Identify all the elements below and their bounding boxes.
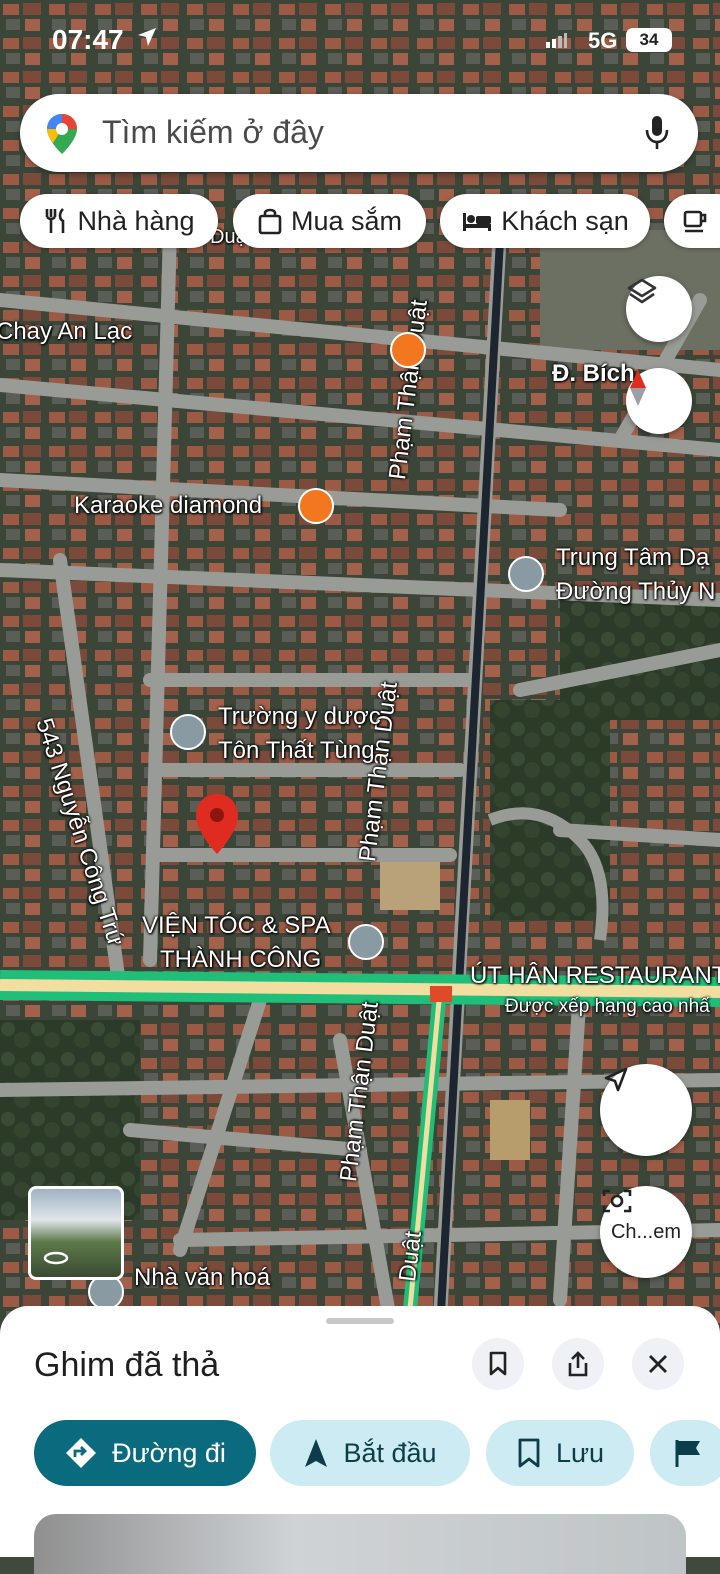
- start-button[interactable]: Bắt đầu: [270, 1420, 470, 1486]
- my-location-button[interactable]: [600, 1064, 692, 1156]
- street-label: Chay An Lạc: [0, 318, 133, 345]
- compass-icon: [630, 370, 646, 406]
- school-poi-icon[interactable]: [170, 714, 206, 750]
- restaurant-icon: [46, 208, 65, 233]
- network-type: 5G: [588, 28, 618, 53]
- sheet-title: Ghim đã thả: [34, 1346, 220, 1384]
- layers-button[interactable]: [626, 276, 692, 342]
- chip-restaurants[interactable]: Nhà hàng: [20, 194, 218, 248]
- chip-label: Nhà hàng: [77, 205, 195, 236]
- chip-hotels[interactable]: Khách sạn: [440, 194, 650, 248]
- search-input[interactable]: Tìm kiếm ở đây: [102, 114, 324, 151]
- action-label: Bắt đầu: [343, 1437, 437, 1468]
- close-icon: [649, 1355, 667, 1373]
- place-label-truong-2[interactable]: Tôn Thất Tùng: [218, 737, 375, 765]
- school-poi-icon[interactable]: [508, 556, 544, 592]
- battery-level: 34: [626, 28, 672, 52]
- share-icon: [568, 1351, 588, 1377]
- place-label-vien-toc-2[interactable]: THÀNH CÔNG: [160, 946, 321, 974]
- compass-button[interactable]: [626, 368, 692, 434]
- street-view-thumbnail[interactable]: [28, 1186, 124, 1280]
- street-label: Đ. Bích: [552, 360, 635, 387]
- save-button[interactable]: [472, 1338, 524, 1390]
- action-label: Đường đi: [112, 1437, 226, 1468]
- chip-coffee[interactable]: [664, 194, 720, 248]
- bookmark-icon: [518, 1438, 540, 1468]
- flag-icon: [675, 1440, 700, 1467]
- place-label-vien-toc[interactable]: VIỆN TÓC & SPA: [142, 912, 331, 940]
- status-bar: 07:47 5G 34: [0, 0, 720, 80]
- navigation-arrow-icon: [305, 1439, 328, 1467]
- navigation-arrow-icon: [604, 1067, 628, 1092]
- dropped-pin-sheet[interactable]: Ghim đã thả Đường đi Bắt đầu Lưu: [0, 1306, 720, 1574]
- layers-icon: [627, 278, 657, 304]
- chip-label: Khách sạn: [501, 205, 629, 236]
- share-button[interactable]: [552, 1338, 604, 1390]
- place-photo[interactable]: [34, 1514, 686, 1574]
- rotate-360-icon: [43, 1251, 69, 1265]
- action-label: Lưu: [555, 1437, 605, 1468]
- place-label-truong[interactable]: Trường y dược: [218, 703, 381, 731]
- place-label-karaoke[interactable]: Karaoke diamond: [74, 492, 262, 520]
- dropped-pin-icon[interactable]: [194, 792, 240, 856]
- close-button[interactable]: [632, 1338, 684, 1390]
- status-time: 07:47: [52, 24, 124, 55]
- chip-label: Mua sắm: [290, 205, 403, 236]
- lens-label: Ch...em: [610, 1220, 682, 1243]
- bed-icon: [463, 213, 492, 231]
- place-label-nha-van-hoa[interactable]: Nhà văn hoá: [134, 1264, 270, 1292]
- restaurant-poi-icon[interactable]: [390, 332, 426, 368]
- place-label-trung-tam-2[interactable]: Đường Thủy N: [556, 578, 715, 606]
- microphone-icon[interactable]: [644, 114, 670, 152]
- shopping-bag-icon: [258, 208, 282, 235]
- place-label-ut-han[interactable]: ÚT HÂN RESTAURANT: [470, 962, 720, 990]
- location-arrow-icon: [138, 28, 156, 46]
- sheet-drag-handle[interactable]: [326, 1318, 394, 1324]
- coffee-icon: [683, 210, 707, 233]
- camera-lens-icon: [602, 1189, 632, 1213]
- search-bar[interactable]: Tìm kiếm ở đây: [20, 94, 698, 172]
- directions-button[interactable]: Đường đi: [34, 1420, 256, 1486]
- bar-poi-icon[interactable]: [298, 488, 334, 524]
- chip-shopping[interactable]: Mua sắm: [233, 194, 426, 248]
- bookmark-icon: [489, 1351, 507, 1376]
- directions-icon: [66, 1438, 97, 1468]
- google-maps-logo-icon: [47, 114, 77, 154]
- place-label-trung-tam[interactable]: Trung Tâm Dạ: [556, 544, 709, 572]
- save-action-button[interactable]: Lưu: [486, 1420, 634, 1486]
- category-chips: Nhà hàng Mua sắm Khách sạn: [0, 194, 720, 248]
- flag-button[interactable]: [650, 1420, 720, 1486]
- signal-icon: [546, 33, 567, 48]
- place-label-ut-han-sub: Được xếp hạng cao nhấ: [505, 996, 710, 1017]
- lens-button[interactable]: Ch...em: [600, 1186, 692, 1278]
- place-poi-icon[interactable]: [348, 924, 384, 960]
